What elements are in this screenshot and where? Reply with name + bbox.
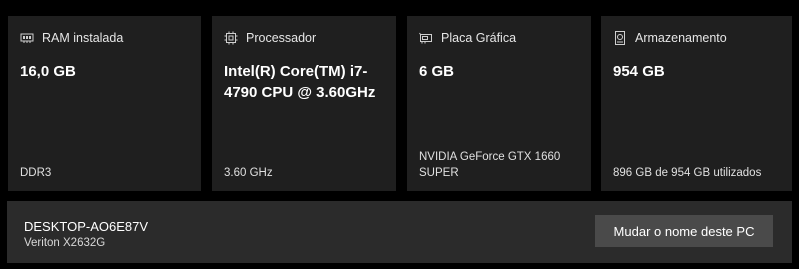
storage-card-footer: 896 GB de 954 GB utilizados bbox=[613, 167, 762, 179]
graphics-card: Placa Gráfica 6 GB NVIDIA GeForce GTX 16… bbox=[407, 16, 591, 191]
device-model: Veriton X2632G bbox=[24, 237, 106, 249]
storage-card-title: Armazenamento bbox=[635, 31, 727, 45]
graphics-card-header: Placa Gráfica bbox=[419, 31, 516, 45]
rename-pc-button[interactable]: Mudar o nome deste PC bbox=[595, 215, 773, 247]
storage-icon bbox=[613, 31, 627, 45]
graphics-card-value: 6 GB bbox=[419, 63, 455, 80]
ram-card-value: 16,0 GB bbox=[20, 63, 76, 80]
processor-card: Processador Intel(R) Core(TM) i7-4790 CP… bbox=[212, 16, 396, 191]
processor-card-value: Intel(R) Core(TM) i7-4790 CPU @ 3.60GHz bbox=[224, 63, 376, 101]
device-name: DESKTOP-AO6E87V bbox=[24, 219, 149, 234]
ram-card: RAM instalada 16,0 GB DDR3 bbox=[8, 16, 201, 191]
ram-card-footer: DDR3 bbox=[20, 167, 52, 179]
processor-card-title: Processador bbox=[246, 31, 317, 45]
storage-card-value: 954 GB bbox=[613, 63, 665, 80]
processor-icon bbox=[224, 31, 238, 45]
ram-card-header: RAM instalada bbox=[20, 31, 123, 45]
graphics-card-footer: NVIDIA GeForce GTX 1660 SUPER bbox=[419, 151, 561, 179]
ram-icon bbox=[20, 31, 34, 45]
ram-card-title: RAM instalada bbox=[42, 31, 124, 45]
storage-card-header: Armazenamento bbox=[613, 31, 727, 45]
device-info-bar: DESKTOP-AO6E87V Veriton X2632G Mudar o n… bbox=[7, 201, 792, 263]
processor-card-header: Processador bbox=[224, 31, 316, 45]
graphics-card-icon bbox=[419, 31, 433, 45]
graphics-card-title: Placa Gráfica bbox=[441, 31, 517, 45]
processor-card-footer: 3.60 GHz bbox=[224, 167, 273, 179]
storage-card: Armazenamento 954 GB 896 GB de 954 GB ut… bbox=[601, 16, 792, 191]
